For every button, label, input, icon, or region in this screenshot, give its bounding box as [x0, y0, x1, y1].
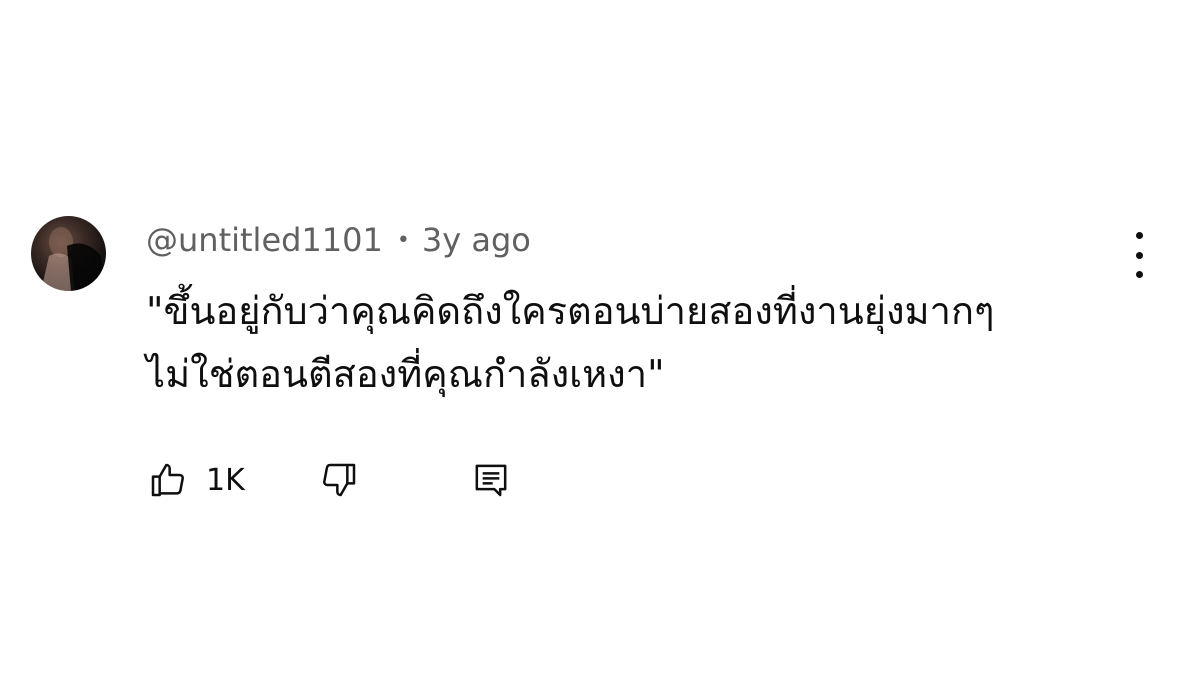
avatar[interactable]: [31, 216, 106, 291]
comment-text-line: "ขึ้นอยู่กับว่าคุณคิดถึงใครตอนบ่ายสองที่…: [146, 289, 995, 333]
separator-dot: •: [396, 227, 410, 253]
reply-button[interactable]: [469, 458, 513, 502]
more-dot: [1135, 232, 1143, 239]
thumbs-up-icon: [151, 463, 184, 497]
comment-item: @untitled1101 • 3y ago "ขึ้นอยู่กับว่าคุ…: [0, 0, 1200, 675]
comment-text: "ขึ้นอยู่กับว่าคุณคิดถึงใครตอนบ่ายสองที่…: [146, 280, 1106, 406]
more-vertical-icon[interactable]: [1122, 232, 1156, 278]
more-dot: [1135, 271, 1143, 278]
comment-text-line: ไม่ใช่ตอนตีสองที่คุณกำลังเหงา": [146, 352, 665, 396]
author-handle[interactable]: @untitled1101: [146, 221, 383, 259]
comment-header: @untitled1101 • 3y ago: [146, 218, 531, 262]
more-dot: [1135, 251, 1143, 259]
like-button[interactable]: [146, 458, 190, 502]
reply-comment-icon: [475, 464, 507, 497]
dislike-button[interactable]: [317, 458, 361, 502]
comment-actions: 1K: [146, 458, 513, 502]
timestamp: 3y ago: [421, 221, 531, 259]
avatar-image: [41, 227, 106, 291]
like-count: 1K: [206, 462, 245, 498]
thumbs-down-icon: [322, 463, 356, 497]
